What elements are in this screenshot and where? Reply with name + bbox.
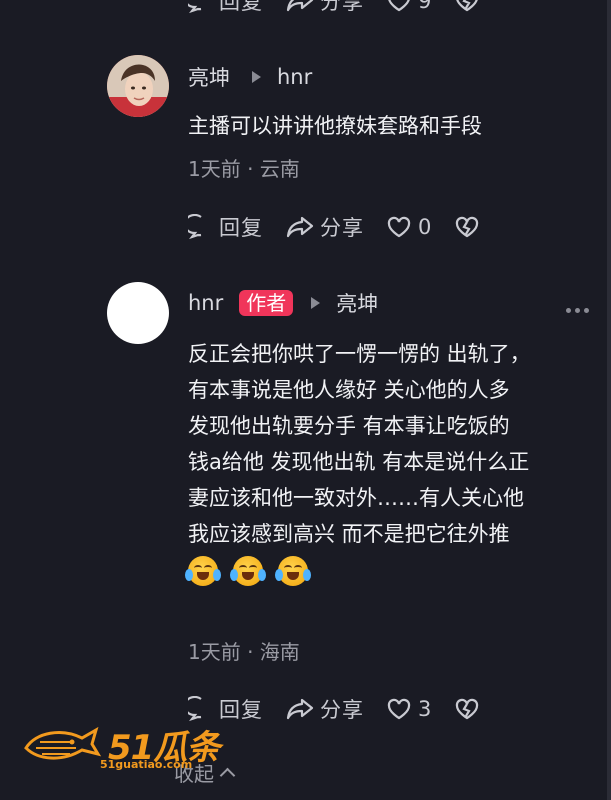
reply-arrow-icon: [311, 297, 321, 309]
comment-header: hnr 作者 亮坤: [188, 288, 378, 318]
broken-heart-icon: [456, 216, 479, 238]
comment-meta: 1天前 · 云南: [188, 157, 300, 181]
reply-arrow-icon: [252, 71, 261, 83]
fish-logo-icon: [24, 726, 102, 760]
comment-bubble-icon: [188, 214, 202, 240]
heart-icon: [388, 0, 410, 12]
comment-bubble-icon: [188, 696, 202, 722]
like-button[interactable]: 3: [386, 697, 432, 721]
comment-author[interactable]: 亮坤: [188, 62, 230, 92]
like-count: 9: [418, 0, 433, 13]
watermark-logo: 51瓜条 51guatiao.com: [22, 722, 222, 778]
share-arrow-icon: [286, 0, 314, 12]
rolling-laughing-emoji: [185, 556, 221, 586]
rolling-laughing-emoji: [230, 556, 266, 586]
comment-line: 有本事说是他人缘好 关心他的人多: [188, 378, 510, 402]
share-arrow-icon: [286, 216, 314, 238]
reply-label: 回复: [219, 0, 263, 14]
comment-actions: 回复 分享 0: [188, 212, 502, 242]
broken-heart-icon: [456, 698, 479, 720]
reply-button[interactable]: 回复: [188, 212, 263, 242]
author-badge: 作者: [239, 290, 294, 316]
more-options-icon[interactable]: [566, 308, 589, 313]
avatar-photo: [107, 55, 169, 117]
comment-line: 我应该感到高兴 而不是把它往外推: [188, 522, 510, 546]
dislike-button[interactable]: [454, 0, 480, 13]
share-button[interactable]: 分享: [285, 212, 364, 242]
comment-line: 发现他出轨要分手 有本事让吃饭的: [188, 414, 510, 438]
comment-bubble-icon: [188, 3, 202, 14]
watermark-site: 51guatiao.com: [100, 758, 193, 771]
comment-line: 妻应该和他一致对外……有人关心他: [188, 486, 524, 510]
rolling-laughing-emoji: [275, 556, 311, 586]
reply-label: 回复: [219, 216, 263, 240]
comment-meta: 1天前 · 海南: [188, 640, 300, 664]
comment-text: 主播可以讲讲他撩妹套路和手段: [188, 114, 482, 138]
reply-label: 回复: [219, 698, 263, 722]
like-count: 0: [418, 215, 433, 239]
share-label: 分享: [320, 698, 364, 722]
avatar[interactable]: [107, 282, 169, 344]
comment-author[interactable]: hnr: [188, 291, 223, 315]
reply-button[interactable]: 回复: [188, 0, 263, 16]
comment-line: 反正会把你哄了一愣一愣的 出轨了，: [188, 342, 531, 366]
comment-actions: 回复 分享 3: [188, 694, 502, 724]
like-button[interactable]: 0: [386, 215, 432, 239]
chevron-up-icon: [219, 767, 236, 784]
prev-comment-actions: 回复 分享 9: [188, 0, 502, 16]
comment-text: 反正会把你哄了一愣一愣的 出轨了， 有本事说是他人缘好 关心他的人多 发现他出轨…: [185, 336, 588, 586]
dislike-button[interactable]: [454, 215, 480, 239]
share-button[interactable]: 分享: [285, 694, 364, 724]
share-button[interactable]: 分享: [285, 0, 364, 16]
reply-target[interactable]: hnr: [277, 65, 312, 89]
reply-target[interactable]: 亮坤: [336, 288, 378, 318]
like-button[interactable]: 9: [386, 0, 432, 13]
avatar[interactable]: [107, 55, 169, 117]
broken-heart-icon: [456, 0, 479, 12]
heart-icon: [387, 698, 411, 720]
comment-thread: 回复 分享 9 亮坤 hnr 主播可以讲讲他撩妹套路和手段 1天前 · 云南 回…: [0, 0, 611, 800]
dislike-button[interactable]: [454, 697, 480, 721]
share-label: 分享: [320, 0, 364, 14]
emoji-row: [185, 556, 588, 586]
like-count: 3: [418, 697, 433, 721]
comment-line: 钱a给他 发现他出轨 有本是说什么正: [188, 450, 530, 474]
share-label: 分享: [320, 216, 364, 240]
heart-icon: [387, 216, 411, 238]
share-arrow-icon: [286, 698, 314, 720]
comment-header: 亮坤 hnr: [188, 62, 312, 92]
